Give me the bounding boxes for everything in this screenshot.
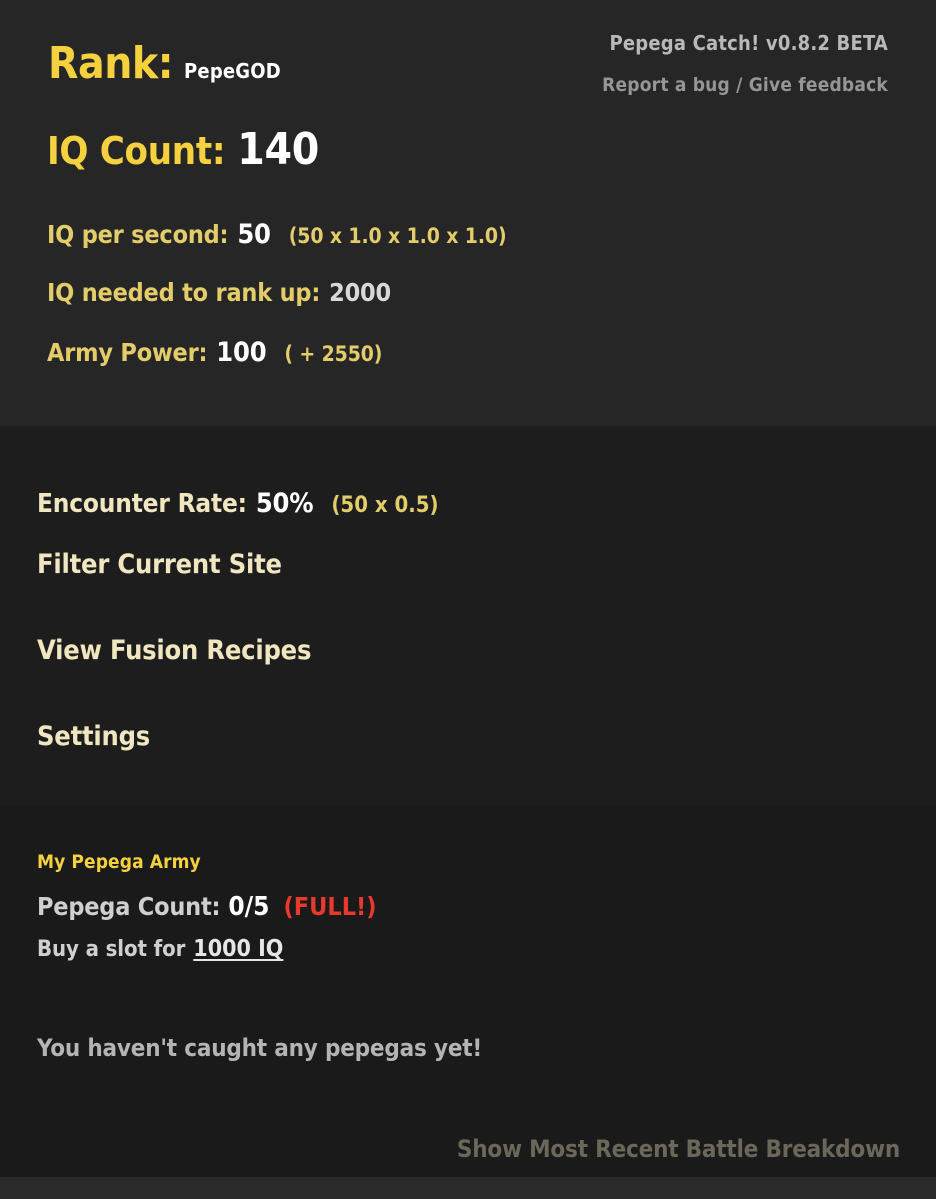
stat-value: 2000 <box>329 278 391 307</box>
buy-slot-price-link[interactable]: 1000 IQ <box>193 936 283 962</box>
stat-value: 50 <box>237 219 271 250</box>
iq-count-row: IQ Count: 140 <box>47 128 319 172</box>
army-full-badge: (FULL!) <box>283 892 377 921</box>
buy-slot-label: Buy a slot for <box>37 937 186 962</box>
encounter-rate-value: 50% <box>255 488 314 519</box>
header-stats-section: Pepega Catch! v0.8.2 BETA Report a bug /… <box>0 0 936 426</box>
army-section: My Pepega Army Pepega Count: 0/5 (FULL!)… <box>0 806 936 1177</box>
show-battle-breakdown-link[interactable]: Show Most Recent Battle Breakdown <box>457 1135 900 1163</box>
menu-item-view-fusion-recipes[interactable]: View Fusion Recipes <box>37 635 311 666</box>
report-bug-feedback-link[interactable]: Report a bug / Give feedback <box>602 75 888 96</box>
rank-value: PepeGOD <box>184 59 281 83</box>
encounter-rate-row: Encounter Rate: 50% (50 x 0.5) <box>37 488 439 519</box>
pepega-catch-panel: Pepega Catch! v0.8.2 BETA Report a bug /… <box>0 0 936 1199</box>
pepega-count-label: Pepega Count: <box>37 892 221 921</box>
buy-slot-row: Buy a slot for 1000 IQ <box>37 936 283 962</box>
rank-label: Rank: <box>48 38 174 89</box>
stat-label: IQ per second: <box>47 220 229 249</box>
version-block: Pepega Catch! v0.8.2 BETA Report a bug /… <box>602 33 888 96</box>
iq-count-label: IQ Count: <box>47 129 226 173</box>
pepega-count-row: Pepega Count: 0/5 (FULL!) <box>37 892 377 922</box>
stat-label: Army Power: <box>47 338 208 367</box>
army-section-title: My Pepega Army <box>37 851 201 873</box>
stat-iq-needed-rank-up: IQ needed to rank up: 2000 <box>47 278 391 307</box>
rank-row: Rank: PepeGOD <box>48 42 281 86</box>
stat-army-power: Army Power: 100 ( + 2550) <box>47 337 382 368</box>
menu-item-filter-current-site[interactable]: Filter Current Site <box>37 549 282 580</box>
encounter-rate-detail: (50 x 0.5) <box>331 493 439 518</box>
menu-item-settings[interactable]: Settings <box>37 721 150 752</box>
stat-iq-per-second: IQ per second: 50 (50 x 1.0 x 1.0 x 1.0) <box>47 219 507 250</box>
stat-detail: ( + 2550) <box>284 342 383 366</box>
stat-value: 100 <box>216 337 267 368</box>
iq-count-value: 140 <box>237 124 319 175</box>
encounter-rate-label: Encounter Rate: <box>37 489 247 519</box>
stat-label: IQ needed to rank up: <box>47 278 321 307</box>
menu-section: Encounter Rate: 50% (50 x 0.5) Filter Cu… <box>0 426 936 806</box>
stat-detail: (50 x 1.0 x 1.0 x 1.0) <box>288 224 507 248</box>
footer-strip <box>0 1177 936 1199</box>
app-version-title: Pepega Catch! v0.8.2 BETA <box>609 31 888 55</box>
pepega-count-value: 0/5 <box>228 892 270 922</box>
army-empty-message: You haven't caught any pepegas yet! <box>37 1034 483 1062</box>
